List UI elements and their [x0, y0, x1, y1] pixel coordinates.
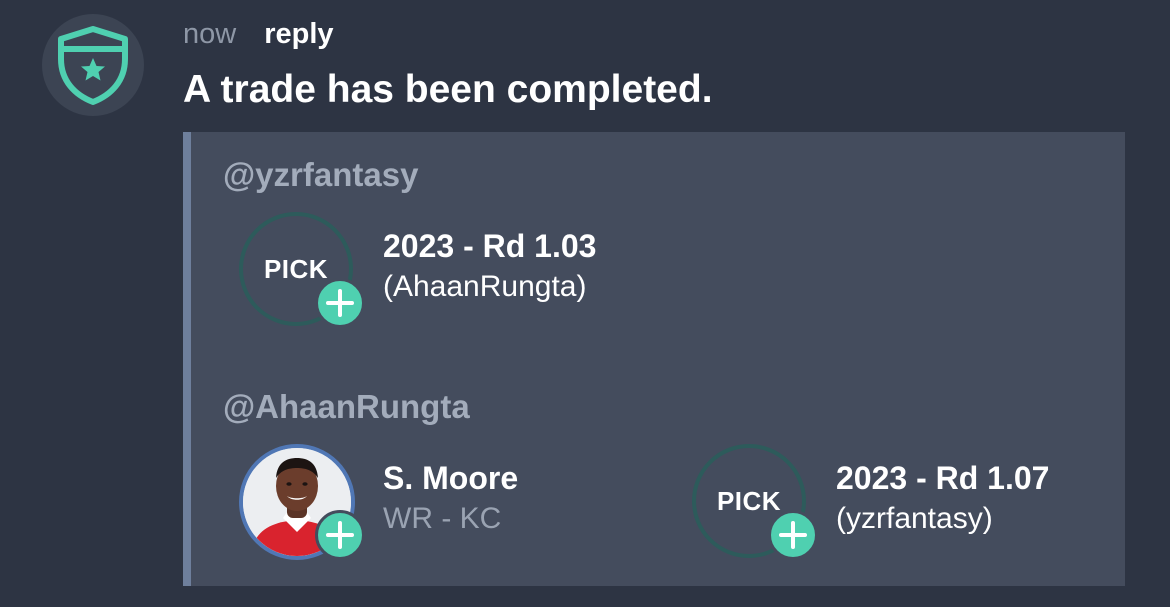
trade-attachment: @yzrfantasy PICK 2023 - Rd 1.03 (AhaanRu…: [183, 132, 1125, 586]
asset-title: 2023 - Rd 1.07: [836, 460, 1050, 496]
player-position: WR - KC: [383, 502, 502, 535]
player-name[interactable]: S. Moore: [383, 458, 518, 498]
party-handle[interactable]: @AhaanRungta: [223, 388, 470, 426]
add-icon[interactable]: [315, 278, 365, 328]
party-handle[interactable]: @yzrfantasy: [223, 156, 418, 194]
plus-icon: [326, 521, 354, 549]
pick-avatar: PICK: [692, 444, 818, 560]
asset-info: 2023 - Rd 1.07 (yzrfantasy): [836, 458, 1049, 540]
plus-icon: [779, 521, 807, 549]
chat-message: now reply A trade has been completed. @y…: [0, 0, 1170, 607]
message-text: A trade has been completed.: [183, 68, 713, 111]
asset-title: 2023 - Rd 1.03: [383, 228, 597, 264]
asset-info: S. Moore WR - KC: [383, 458, 518, 540]
attachment-accent-bar: [183, 132, 191, 586]
player-avatar[interactable]: [239, 444, 365, 560]
message-meta: now reply: [183, 14, 334, 54]
plus-icon: [326, 289, 354, 317]
asset-subtitle: (AhaanRungta): [383, 270, 587, 303]
trade-asset-player: S. Moore WR - KC: [239, 444, 639, 560]
shield-star-icon: [58, 26, 128, 105]
add-icon[interactable]: [768, 510, 818, 560]
add-icon[interactable]: [315, 510, 365, 560]
trade-asset-pick: PICK 2023 - Rd 1.03 (AhaanRungta): [239, 212, 659, 328]
pick-avatar: PICK: [239, 212, 365, 328]
timestamp: now: [183, 17, 237, 50]
asset-subtitle: (yzrfantasy): [836, 502, 993, 535]
trade-asset-pick: PICK 2023 - Rd 1.07 (yzrfantasy): [692, 444, 1112, 560]
asset-info: 2023 - Rd 1.03 (AhaanRungta): [383, 226, 596, 308]
reply-link[interactable]: reply: [264, 18, 333, 51]
bot-avatar[interactable]: [42, 14, 144, 116]
